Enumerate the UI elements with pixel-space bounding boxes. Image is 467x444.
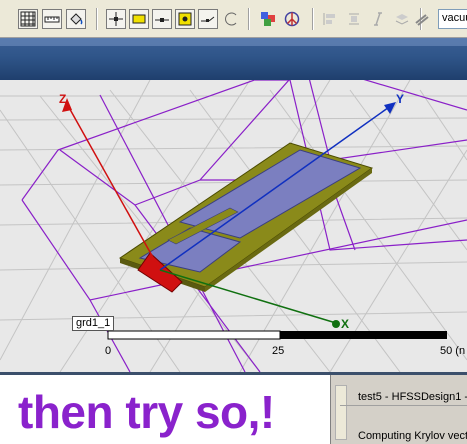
- layers-icon[interactable]: [412, 9, 432, 29]
- overlay-caption: then try so,!: [18, 386, 275, 438]
- scale-tick-0: 0: [105, 345, 112, 357]
- scale-tick-50: 50 (n: [440, 345, 466, 357]
- grid-label: grd1_1: [72, 316, 115, 331]
- select-move-icon[interactable]: [106, 9, 126, 29]
- point-icon[interactable]: [175, 9, 195, 29]
- scale-bar-white: [107, 330, 281, 340]
- title-band: [0, 38, 467, 80]
- scale-tick-25: 25: [272, 345, 285, 357]
- paint-bucket-icon[interactable]: [66, 9, 86, 29]
- y-axis-line: [159, 104, 393, 271]
- scale-bar-black: [280, 331, 447, 339]
- message-text: Computing Krylov vecto: [358, 430, 467, 442]
- toolbar: vacuum: [0, 0, 467, 38]
- peace-icon[interactable]: [282, 9, 302, 29]
- grid-icon[interactable]: [18, 9, 38, 29]
- arc-icon[interactable]: [222, 9, 242, 29]
- message-scrollbar[interactable]: [335, 385, 347, 440]
- 3d-modeler-view[interactable]: Z Y X: [0, 80, 467, 372]
- snap-icon[interactable]: [198, 9, 218, 29]
- italic-icon[interactable]: [368, 9, 388, 29]
- material-combo[interactable]: vacuum: [438, 9, 467, 29]
- x-axis-line: [159, 269, 337, 324]
- z-axis-label: Z: [59, 92, 66, 106]
- align-icon[interactable]: [320, 9, 340, 29]
- message-divider: [340, 405, 467, 406]
- stack-icon[interactable]: [392, 9, 412, 29]
- z-axis-line: [66, 103, 161, 271]
- x-axis-label: X: [341, 317, 349, 331]
- distribute-icon[interactable]: [344, 9, 364, 29]
- boolean-icon[interactable]: [258, 9, 278, 29]
- y-axis-label: Y: [396, 92, 404, 106]
- line-icon[interactable]: [152, 9, 172, 29]
- message-title: test5 - HFSSDesign1 -: [358, 391, 467, 403]
- rectangle-icon[interactable]: [129, 9, 149, 29]
- ruler-icon[interactable]: [42, 9, 62, 29]
